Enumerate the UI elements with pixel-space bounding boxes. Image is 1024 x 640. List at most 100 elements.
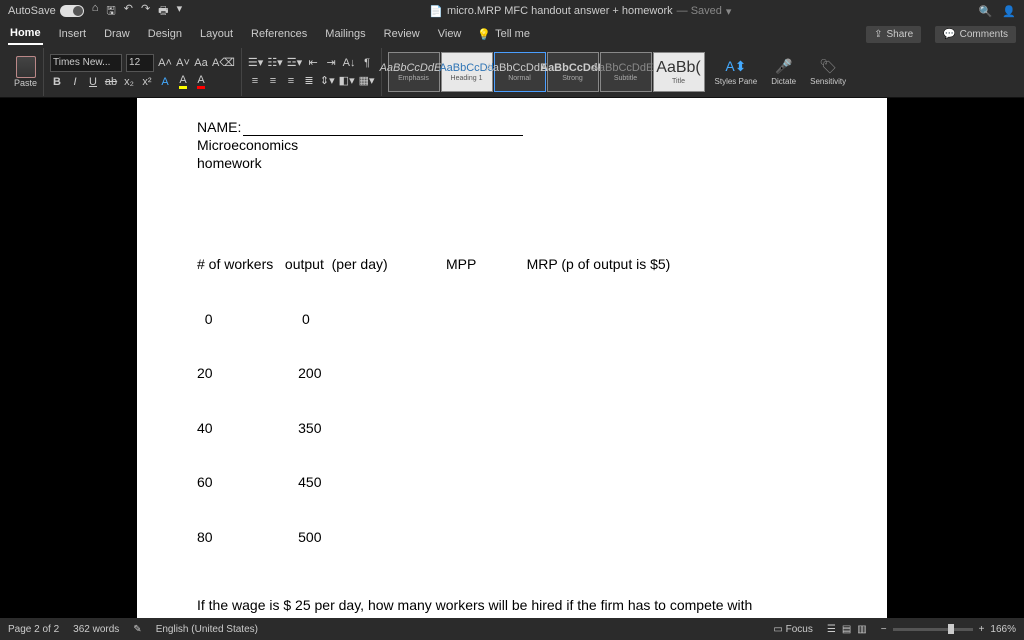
tell-me[interactable]: 💡 Tell me (477, 28, 530, 41)
saved-status: — Saved (677, 5, 722, 17)
tab-insert[interactable]: Insert (57, 24, 89, 44)
font-name-select[interactable] (50, 54, 122, 72)
account-icon[interactable]: 👤 (1002, 5, 1016, 18)
tab-design[interactable]: Design (146, 24, 184, 44)
line-spacing-button[interactable]: ⇕▾ (320, 73, 335, 89)
indent-inc-button[interactable]: ⇥ (324, 55, 338, 71)
doc-icon: 📄 (429, 5, 443, 18)
autosave-label: AutoSave (8, 5, 56, 17)
style-subtitle[interactable]: AaBbCcDdEeSubtitle (600, 52, 652, 92)
table-row: 40 350 (197, 419, 827, 437)
undo-icon[interactable]: ↶ (124, 2, 133, 21)
superscript-button[interactable]: x² (140, 74, 154, 90)
italic-button[interactable]: I (68, 74, 82, 90)
sensitivity-icon: 🏷 (819, 58, 837, 76)
paragraph-group: ☰▾ ☷▾ ☲▾ ⇤ ⇥ A↓ ¶ ≡ ≡ ≡ ≣ ⇕▾ ◧▾ ▦▾ (248, 48, 382, 96)
tab-view[interactable]: View (436, 24, 464, 44)
ribbon-tabs: Home Insert Draw Design Layout Reference… (0, 22, 1024, 46)
subscript-button[interactable]: x₂ (122, 74, 136, 90)
dictate-button[interactable]: 🎤 Dictate (767, 58, 800, 86)
table-row: 80 500 (197, 528, 827, 546)
comment-icon: 💬 (943, 29, 955, 40)
clear-format-button[interactable]: A⌫ (212, 55, 235, 71)
styles-pane-icon: A⬍ (727, 58, 745, 76)
word-count[interactable]: 362 words (73, 624, 119, 635)
styles-gallery[interactable]: AaBbCcDdEeEmphasis AaBbCcDdHeading 1 AaB… (388, 51, 705, 93)
web-layout-icon[interactable]: ▥ (857, 624, 866, 635)
shrink-font-button[interactable]: A˅ (176, 55, 190, 71)
course-line: Microeconomics (197, 136, 827, 154)
align-right-button[interactable]: ≡ (284, 73, 298, 89)
shading-button[interactable]: ◧▾ (339, 73, 355, 89)
document-area[interactable]: NAME: Microeconomics homework # of worke… (0, 98, 1024, 618)
table-row: 20 200 (197, 364, 827, 382)
page-indicator[interactable]: Page 2 of 2 (8, 624, 59, 635)
home-icon[interactable]: ⌂ (92, 2, 99, 21)
save-icon[interactable]: 🖫 (106, 2, 115, 21)
clipboard-icon (16, 56, 36, 78)
name-underline (243, 122, 523, 136)
document-page[interactable]: NAME: Microeconomics homework # of worke… (137, 98, 887, 618)
bulb-icon: 💡 (477, 28, 491, 41)
zoom-slider[interactable] (893, 628, 973, 631)
title-bar: AutoSave ⌂ 🖫 ↶ ↷ 🖶 ▾ 📄 micro.MRP MFC han… (0, 0, 1024, 22)
print-layout-icon[interactable]: ▤ (842, 624, 851, 635)
redo-icon[interactable]: ↷ (141, 2, 150, 21)
text-effects-button[interactable]: A (158, 74, 172, 90)
underline-button[interactable]: U (86, 74, 100, 90)
mic-icon: 🎤 (775, 58, 793, 76)
bullets-button[interactable]: ☰▾ (248, 55, 263, 71)
zoom-out-button[interactable]: − (881, 624, 887, 635)
font-color-button[interactable]: A (194, 74, 208, 90)
comments-button[interactable]: 💬 Comments (935, 26, 1016, 43)
share-button[interactable]: ⇪ Share (866, 26, 921, 43)
align-center-button[interactable]: ≡ (266, 73, 280, 89)
status-bar: Page 2 of 2 362 words ✎ English (United … (0, 618, 1024, 640)
tab-references[interactable]: References (249, 24, 309, 44)
filename: micro.MRP MFC handout answer + homework (447, 5, 673, 17)
title-dropdown-icon[interactable]: ▾ (726, 5, 732, 18)
indent-dec-button[interactable]: ⇤ (306, 55, 320, 71)
highlight-button[interactable]: A (176, 74, 190, 90)
quick-access-toolbar: ⌂ 🖫 ↶ ↷ 🖶 ▾ (92, 2, 182, 21)
style-emphasis[interactable]: AaBbCcDdEeEmphasis (388, 52, 440, 92)
paste-group[interactable]: Paste (8, 48, 44, 96)
print-icon[interactable]: 🖶 (158, 2, 168, 21)
style-title[interactable]: AaBb(Title (653, 52, 705, 92)
autosave-toggle[interactable]: AutoSave (8, 5, 84, 17)
sensitivity-button[interactable]: 🏷 Sensitivity (806, 58, 850, 86)
tab-mailings[interactable]: Mailings (323, 24, 367, 44)
numbering-button[interactable]: ☷▾ (267, 55, 282, 71)
bold-button[interactable]: B (50, 74, 64, 90)
justify-button[interactable]: ≣ (302, 73, 316, 89)
font-size-select[interactable] (126, 54, 154, 72)
read-mode-icon[interactable]: ☰ (827, 624, 836, 635)
align-left-button[interactable]: ≡ (248, 73, 262, 89)
document-title: 📄 micro.MRP MFC handout answer + homewor… (182, 5, 979, 18)
table-row: 0 0 (197, 310, 827, 328)
zoom-in-button[interactable]: + (979, 624, 985, 635)
ribbon: Paste A˄ A˅ Aa A⌫ B I U ab x₂ x² A A A ☰… (0, 46, 1024, 98)
search-icon[interactable]: 🔍 (979, 5, 993, 18)
multilevel-button[interactable]: ☲▾ (287, 55, 302, 71)
focus-mode-button[interactable]: ▭ Focus (773, 624, 812, 635)
grow-font-button[interactable]: A˄ (158, 55, 172, 71)
styles-pane-button[interactable]: A⬍ Styles Pane (711, 58, 762, 86)
toggle-switch[interactable] (60, 5, 84, 17)
change-case-button[interactable]: Aa (194, 55, 208, 71)
strike-button[interactable]: ab (104, 74, 118, 90)
sort-button[interactable]: A↓ (342, 55, 356, 71)
tab-review[interactable]: Review (382, 24, 422, 44)
table1-header: # of workers output (per day) MPP MRP (p… (197, 255, 827, 273)
zoom-level[interactable]: 166% (990, 624, 1016, 635)
style-normal[interactable]: AaBbCcDdEeNormal (494, 52, 546, 92)
show-marks-button[interactable]: ¶ (360, 55, 374, 71)
tab-home[interactable]: Home (8, 23, 43, 45)
spellcheck-icon[interactable]: ✎ (133, 624, 141, 635)
share-icon: ⇪ (874, 29, 882, 40)
tab-draw[interactable]: Draw (102, 24, 132, 44)
zoom-control: − + 166% (881, 624, 1016, 635)
borders-button[interactable]: ▦▾ (359, 73, 375, 89)
language-indicator[interactable]: English (United States) (156, 624, 258, 635)
tab-layout[interactable]: Layout (198, 24, 235, 44)
